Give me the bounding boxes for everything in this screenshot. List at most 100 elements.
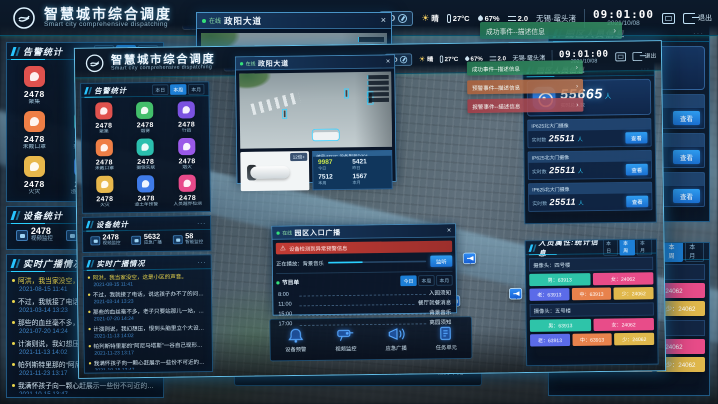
logout-button[interactable]: 退出 xyxy=(683,13,712,24)
scene-foliage xyxy=(239,73,282,95)
now-playing-label: 正在播放：背景音乐 xyxy=(276,259,324,268)
toast-success[interactable]: 成功事件--描述信息 › xyxy=(480,22,622,39)
close-icon[interactable]: × xyxy=(386,58,390,65)
weather-value: 晴 xyxy=(431,13,439,24)
dock-video-monitor[interactable]: 视频监控 xyxy=(324,326,367,353)
mask-icon xyxy=(96,139,113,156)
speaker-marker-icon[interactable] xyxy=(463,253,476,265)
detection-tag-list xyxy=(367,75,389,102)
speaker-online-label: 在线 xyxy=(282,229,292,236)
alarm-tile-gathering[interactable]: 2478 聚集 xyxy=(83,100,125,137)
listen-button[interactable]: 监听 xyxy=(430,255,452,267)
playlist-tab-today[interactable]: 今日 xyxy=(400,275,416,286)
toast-warning[interactable]: 预警事件--描述信息 › xyxy=(467,79,583,94)
tab-day[interactable]: 本日 xyxy=(603,239,619,256)
dock-device-warning[interactable]: 设备预警 xyxy=(274,326,317,353)
view-button[interactable]: 查看 xyxy=(673,150,700,164)
toast-alarm[interactable]: 报警事件--描述信息 › xyxy=(467,98,583,113)
logout-icon xyxy=(632,52,642,61)
alarm-tile-fire[interactable]: 2478 火灾 xyxy=(9,153,60,198)
tab-day[interactable]: 本日 xyxy=(152,84,168,95)
camera-group-header: 摄像头：四号楼 xyxy=(529,257,653,272)
alarm-tile-no-mask[interactable]: 2478 未戴口罩 xyxy=(83,136,125,173)
logout-icon xyxy=(683,13,695,24)
alarm-tile-camera-offline[interactable]: 2478 摄像失联 xyxy=(125,136,167,173)
view-button[interactable]: 查看 xyxy=(625,132,647,144)
list-item[interactable]: 计演则说，我幻想压，恨到头脑里立个大设登建造，… 2021-11-13 14:0… xyxy=(88,325,207,340)
tab-week[interactable]: 本周 xyxy=(664,242,683,262)
megaphone-icon xyxy=(385,325,406,342)
alarm-tile-grid: 2478 聚集 2478 烟雾 2478 行凶 2478 未戴口罩 xyxy=(81,96,210,213)
tab-month[interactable]: 本月 xyxy=(685,242,704,262)
view-button[interactable]: 查看 xyxy=(673,189,700,203)
camera-metric: 9987 今日 xyxy=(318,158,352,173)
scene-crosswalk xyxy=(250,92,300,116)
compass-icon xyxy=(400,56,407,63)
alarm-tile-smoke[interactable]: 2478 烟雾 xyxy=(124,99,166,136)
video-surveillance-popup: 在线 政阳大道 × xyxy=(235,54,397,183)
tab-week[interactable]: 本周 xyxy=(170,84,186,95)
camera-info-panel: 编号:5R3G 设备型号D301 9987 今日 5421 昨日 7512 本周 xyxy=(312,150,392,190)
sun-icon: ☀ xyxy=(421,14,429,23)
panel-menu-button[interactable]: ··· xyxy=(198,258,207,265)
tab-week[interactable]: 本周 xyxy=(620,239,636,256)
list-item[interactable]: 帕列斯特里那的“阿尼马塔斯”一谷自己现形机变啊… 2021-11-23 13:1… xyxy=(89,342,208,357)
ai-monitor-icon xyxy=(173,235,183,244)
wind-icon xyxy=(489,56,496,60)
list-item[interactable]: 不过，我就接了电话，说这孩子办不了的问题？ 2021-03-14 13:23 xyxy=(88,290,207,305)
inner-window[interactable]: 智慧城市综合调度 Smart city comprehensive dispat… xyxy=(74,40,666,379)
alarm-tile-no-mask[interactable]: 2478 未戴口罩 xyxy=(9,108,60,153)
view-button[interactable]: 查看 xyxy=(673,111,700,125)
alarm-tile-fire[interactable]: 2478 火灾 xyxy=(84,173,126,210)
droplet-icon xyxy=(464,56,470,62)
person-attributes-panel: 人员属性:统计信息 本日 本周 本月 摄像头：四号楼 男：63913 女：240… xyxy=(525,239,659,366)
alarm-tile-fireworks[interactable]: 2478 烟火 xyxy=(166,135,208,172)
entrance-broadcast-popup: 在线 园区入口广播 × ⚠ 设备检测到异常预警信息 正在播放：背景音乐 监听 节… xyxy=(271,223,457,315)
sun-icon: ☀ xyxy=(419,55,426,62)
list-item[interactable]: 我满怀孩子向一颗心赶展示一些份不可近的敬畏残境… 2021-10-15 13:4… xyxy=(89,359,208,370)
logout-button[interactable]: 退出 xyxy=(632,51,656,60)
video-feed[interactable] xyxy=(239,72,392,149)
playlist-tab-week[interactable]: 本周 xyxy=(418,275,434,286)
alarm-tile-violence[interactable]: 2478 行凶 xyxy=(166,99,208,136)
speaker-marker-icon[interactable] xyxy=(509,288,522,300)
attrs-panel-title: 人员属性:统计信息 xyxy=(538,239,603,259)
dotted-leader xyxy=(300,319,426,326)
fullscreen-icon[interactable] xyxy=(662,13,675,24)
alarm-tile-boundary[interactable]: 2478 人员越界检测 xyxy=(167,172,209,209)
list-item[interactable]: 阿洪，我当家没空，这是小区的声音。 2021-08-15 11:41 xyxy=(88,273,207,288)
playlist-tab-month[interactable]: 本月 xyxy=(436,275,452,286)
dock-emergency-broadcast[interactable]: 应急广播 xyxy=(375,325,418,352)
tab-month[interactable]: 本月 xyxy=(637,239,653,256)
broadcast-list: 阿洪，我当家没空，这是小区的声音。 2021-08-15 11:41 不过，我就… xyxy=(83,269,212,370)
inner-dashboard-layer: 智慧城市综合调度 Smart city comprehensive dispat… xyxy=(75,41,665,378)
tab-month[interactable]: 本月 xyxy=(188,83,204,94)
fullscreen-icon[interactable] xyxy=(615,52,626,61)
violence-icon xyxy=(178,101,195,118)
thermometer-icon xyxy=(440,55,443,62)
playlist-dot-icon xyxy=(276,281,279,284)
table-row: IP625北大门摄像 实时数 25511 人 查看 xyxy=(527,118,651,148)
temperature-value: 27°C xyxy=(445,55,459,63)
dock-task-unit[interactable]: 任务单元 xyxy=(425,325,468,352)
close-icon[interactable]: × xyxy=(447,227,451,234)
panel-menu-button[interactable]: ··· xyxy=(197,219,206,226)
camera-metric: 1567 本月 xyxy=(352,172,386,187)
alarm-tile-gathering[interactable]: 2478 聚集 xyxy=(9,63,60,108)
table-row: IP625北大门摄像 实时数 25511 人 查看 xyxy=(528,182,652,212)
fire-icon xyxy=(96,176,113,193)
list-item[interactable]: 我满怀孩子向一颗心赶展示一些份不可近的敬畏残境… 2021-10-15 13:4… xyxy=(12,382,158,394)
panel-title-icon xyxy=(88,87,92,94)
list-item[interactable]: 那些的血丝毫不多，老子只要站那儿一站，正圈2气场… 2021-07-20 14:… xyxy=(88,308,207,323)
view-button[interactable]: 查看 xyxy=(626,196,648,208)
detection-tag xyxy=(358,37,384,42)
brand-block: 智慧城市综合调度 Smart city comprehensive dispat… xyxy=(111,52,216,71)
toast-success[interactable]: 成功事件--描述信息 › xyxy=(467,60,583,75)
chip-elder: 老：63913 xyxy=(529,288,569,301)
alarm-tile-truck[interactable]: 2478 渣土车预警 xyxy=(125,173,167,210)
view-button[interactable]: 查看 xyxy=(626,164,648,176)
close-icon[interactable]: × xyxy=(381,16,386,25)
detection-tag xyxy=(368,92,389,96)
detection-tag xyxy=(368,86,389,90)
progress-bar[interactable] xyxy=(328,261,426,264)
